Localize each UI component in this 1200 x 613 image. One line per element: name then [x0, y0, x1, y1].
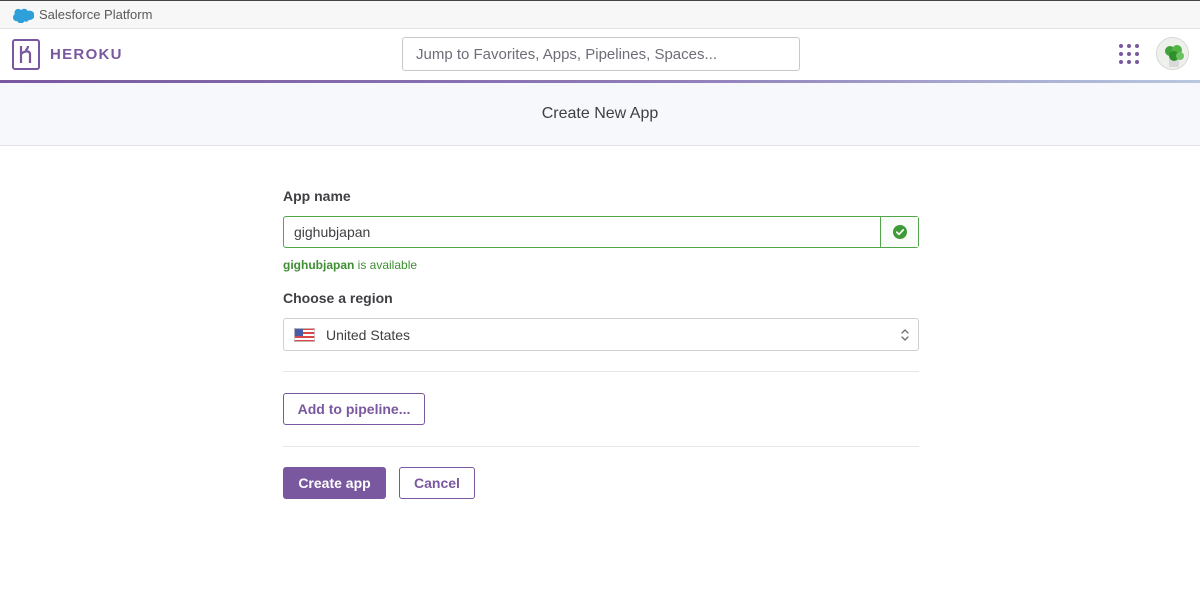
salesforce-platform-bar: Salesforce Platform [0, 0, 1200, 29]
app-name-label: App name [283, 188, 351, 204]
availability-suffix: is available [354, 258, 418, 272]
user-avatar[interactable] [1156, 37, 1189, 70]
section-divider [283, 371, 919, 372]
select-chevrons-icon [901, 329, 909, 341]
availability-app-name: gighubjapan [283, 258, 355, 272]
app-name-input[interactable] [284, 217, 880, 247]
region-selected-value: United States [326, 326, 411, 343]
create-app-button[interactable]: Create app [283, 467, 386, 499]
page-header: Create New App [0, 83, 1200, 146]
region-select[interactable]: United States [283, 318, 919, 351]
section-divider [283, 446, 919, 447]
top-header: HEROKU [0, 29, 1200, 80]
region-label: Choose a region [283, 290, 393, 306]
heroku-logo[interactable]: HEROKU [12, 39, 123, 70]
availability-indicator [880, 217, 918, 247]
app-name-field [283, 216, 919, 248]
salesforce-platform-label: Salesforce Platform [39, 7, 153, 22]
heroku-brand-text: HEROKU [50, 46, 123, 63]
page-title: Create New App [541, 105, 659, 122]
checkmark-icon [892, 225, 907, 239]
search-input[interactable] [402, 37, 800, 71]
avatar-image [1157, 38, 1188, 69]
apps-grid-icon[interactable] [1118, 43, 1140, 65]
us-flag-icon [294, 327, 315, 342]
add-to-pipeline-button[interactable]: Add to pipeline... [283, 393, 425, 425]
salesforce-cloud-icon [13, 8, 34, 23]
availability-message: gighubjapan is available [283, 258, 417, 272]
cancel-button[interactable]: Cancel [399, 467, 475, 499]
heroku-logo-icon [12, 39, 40, 70]
